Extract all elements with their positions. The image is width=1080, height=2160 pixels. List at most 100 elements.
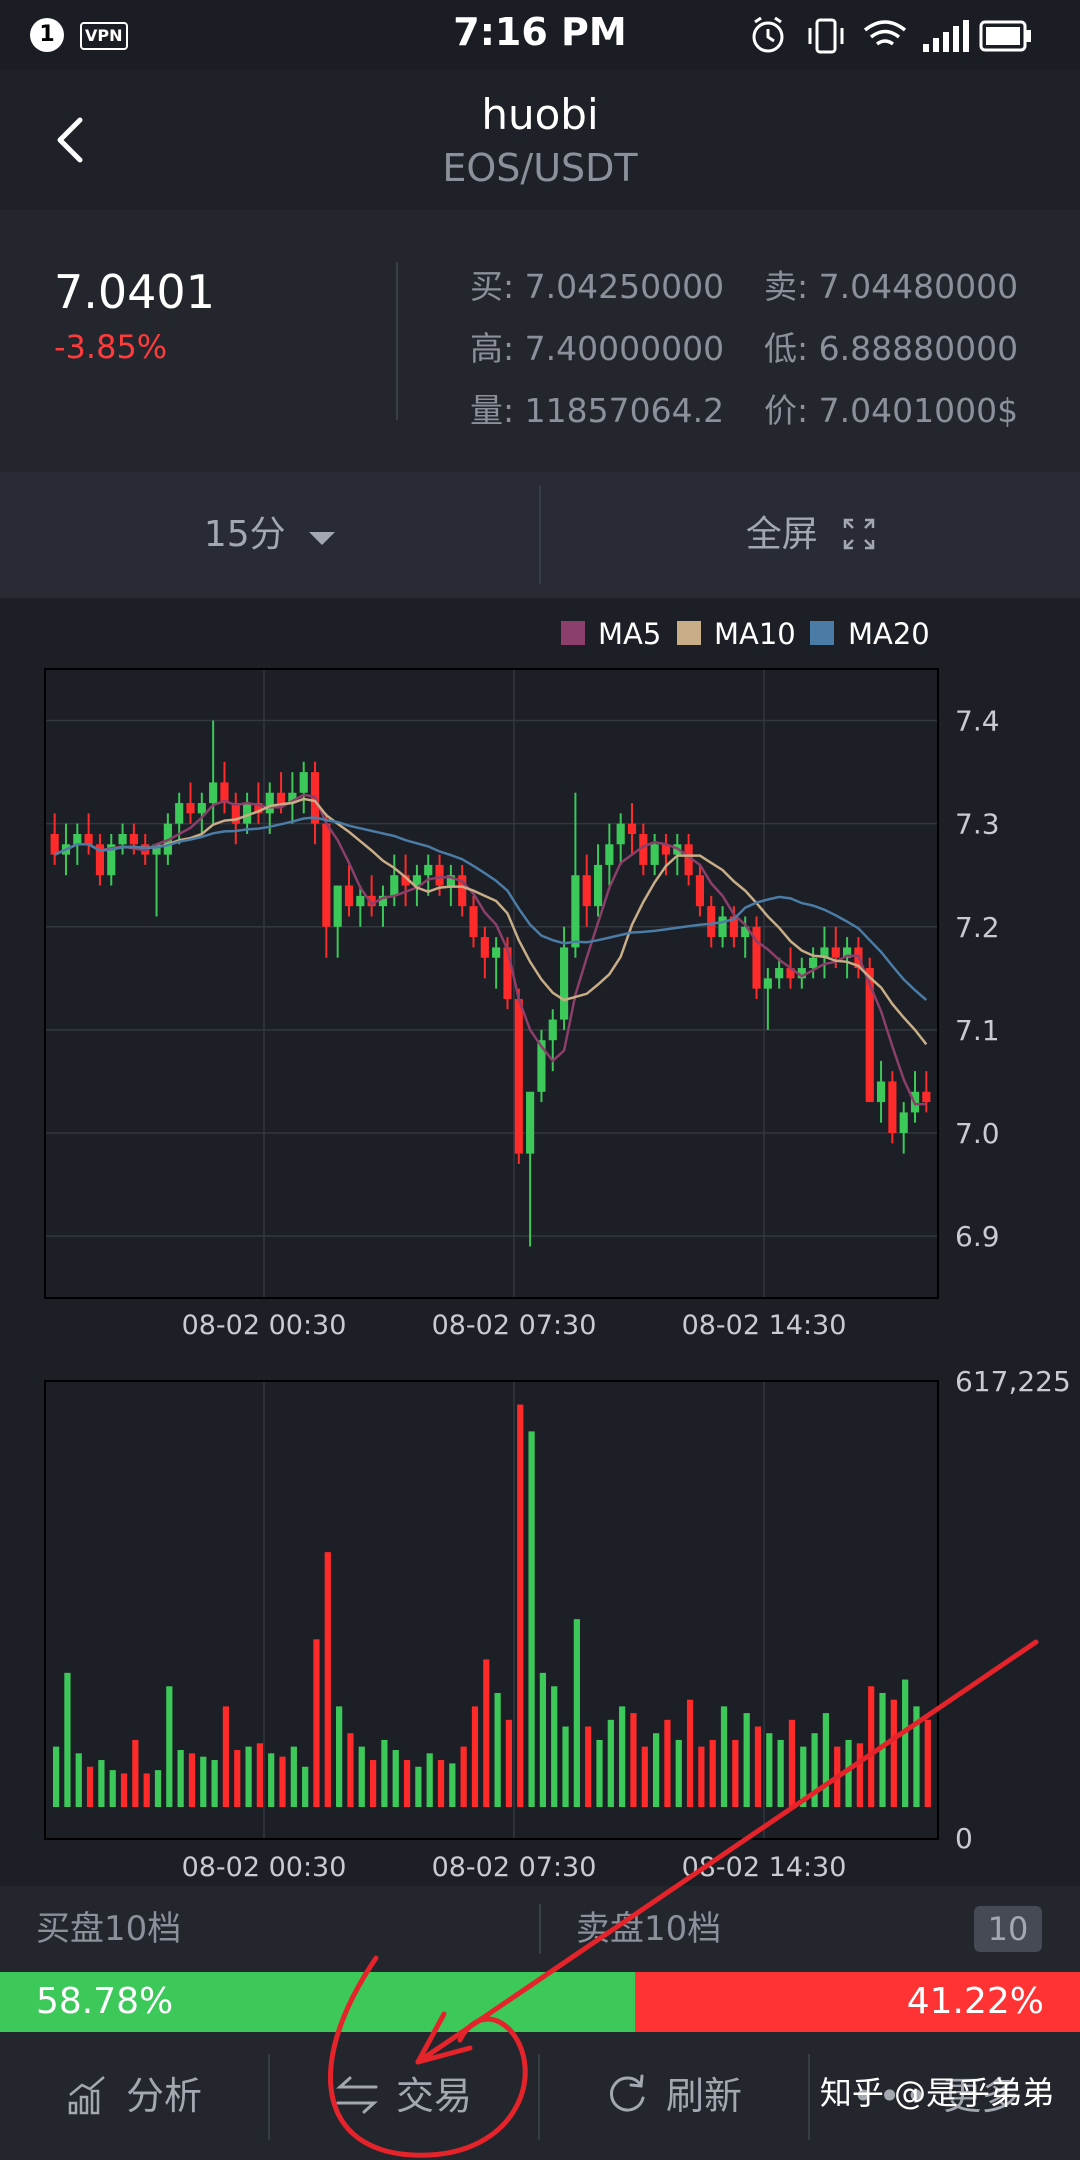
volume-bar <box>211 1760 218 1807</box>
volume-bar <box>698 1746 705 1807</box>
ma5-legend-swatch <box>561 621 585 645</box>
candle-body <box>435 864 444 886</box>
candle-body <box>526 1091 535 1154</box>
price-row: 价: 7.0401000$ <box>764 384 1018 432</box>
volume-bar <box>619 1706 626 1807</box>
price-x-tick: 08-02 00:30 <box>182 1310 347 1341</box>
volume-bar <box>120 1773 128 1807</box>
price-x-tick: 08-02 14:30 <box>682 1310 847 1341</box>
volume-bar <box>53 1746 60 1807</box>
volume-bar <box>709 1739 716 1807</box>
ma10-legend-swatch <box>677 621 701 645</box>
volume-bar <box>675 1739 682 1807</box>
ma10-line <box>54 797 928 1046</box>
depth-selector[interactable]: 10 <box>974 1906 1042 1952</box>
volume-bar <box>630 1713 637 1807</box>
volume-bar <box>720 1706 728 1807</box>
candle-body <box>424 864 433 876</box>
candle-body <box>356 895 365 907</box>
volume-bar <box>415 1766 422 1807</box>
volume-bar <box>573 1619 580 1807</box>
candle-body <box>809 957 818 969</box>
price-change: -3.85% <box>54 328 168 366</box>
volume-bar <box>754 1726 762 1807</box>
candle-body <box>775 968 784 979</box>
volume-bar <box>528 1431 535 1807</box>
volume-bar <box>86 1766 94 1807</box>
ma10-legend-label: MA10 <box>714 617 796 651</box>
kline-chart[interactable]: MA5 MA10 MA20 7.4 7.3 7.2 7.1 7.0 6.9 08… <box>0 598 1080 1886</box>
chart-area[interactable]: MA5 MA10 MA20 7.4 7.3 7.2 7.1 7.0 6.9 08… <box>0 598 1080 1886</box>
volume-bar <box>222 1706 230 1807</box>
price-y-tick: 7.1 <box>955 1014 1000 1047</box>
volume-bar <box>188 1753 196 1807</box>
volume-bar <box>822 1713 830 1807</box>
sell-row: 卖: 7.04480000 <box>764 260 1018 308</box>
analysis-button[interactable]: 分析 <box>68 2032 202 2160</box>
nav-divider <box>808 2054 810 2140</box>
trade-button[interactable]: 交易 <box>336 2032 472 2160</box>
volume-bar <box>596 1739 603 1807</box>
volume-value: 11857064.2 <box>524 391 725 430</box>
candle-body <box>50 833 59 855</box>
volume-bar <box>154 1770 162 1807</box>
volume-x-tick: 08-02 14:30 <box>682 1852 847 1883</box>
buy-value: 7.04250000 <box>524 267 725 306</box>
price-y-tick: 7.4 <box>955 705 1000 738</box>
price-y-tick: 7.3 <box>955 808 1000 841</box>
candle-body <box>480 937 489 958</box>
volume-bar <box>913 1706 920 1807</box>
volume-bar <box>279 1756 286 1807</box>
price-grid <box>45 669 938 1298</box>
volume-bar <box>369 1760 377 1807</box>
volume-bar <box>902 1679 909 1807</box>
book-divider <box>539 1904 541 1954</box>
volume-bar <box>166 1686 173 1807</box>
candle-body <box>503 947 512 999</box>
pair-subtitle: EOS/USDT <box>442 146 638 190</box>
fullscreen-button[interactable]: 全屏 <box>541 472 1080 598</box>
candle-body <box>322 823 331 927</box>
caret-down-icon <box>309 532 336 545</box>
candle-body <box>276 792 286 804</box>
trade-label: 交易 <box>396 2074 473 2118</box>
interval-selector[interactable]: 15分 <box>0 472 539 598</box>
volume-bar <box>64 1672 71 1807</box>
wifi-icon <box>863 20 907 46</box>
volume-bar <box>562 1726 569 1807</box>
volume-bar <box>381 1739 388 1807</box>
volume-bar <box>834 1746 841 1807</box>
buy-book-tab[interactable]: 买盘10档 <box>36 1886 181 1972</box>
candle-body <box>390 875 399 896</box>
volume-bar <box>800 1746 807 1807</box>
volume-bars <box>53 1404 931 1807</box>
sell-ratio-text: 41.22% <box>906 1981 1044 2022</box>
buy-row: 买: 7.04250000 <box>470 260 724 308</box>
volume-label: 量: <box>470 391 515 430</box>
chart-legend: MA5 MA10 MA20 <box>561 617 930 651</box>
volume-bar <box>449 1763 456 1807</box>
volume-bar <box>890 1699 897 1807</box>
volume-bar <box>358 1746 365 1807</box>
volume-bar <box>302 1766 309 1807</box>
refresh-button[interactable]: 刷新 <box>606 2032 742 2160</box>
sell-label: 卖: <box>764 267 809 306</box>
candle-body <box>707 906 716 938</box>
price-y-axis: 7.4 7.3 7.2 7.1 7.0 6.9 <box>955 705 1000 1254</box>
sell-book-tab[interactable]: 卖盘10档 <box>576 1886 721 1972</box>
volume-bar <box>234 1749 241 1807</box>
volume-bar <box>426 1753 433 1807</box>
nav-divider <box>538 2054 540 2140</box>
order-book-header: 买盘10档 卖盘10档 10 <box>0 1886 1080 1972</box>
buy-ratio-text: 58.78% <box>36 1981 174 2022</box>
volume-bar <box>868 1686 875 1807</box>
analysis-chart-icon <box>68 2076 105 2115</box>
candle-body <box>548 1019 557 1041</box>
candle-body <box>899 1112 908 1134</box>
candle-body <box>333 885 342 927</box>
candle-body <box>265 792 274 814</box>
candle-body <box>469 906 478 938</box>
chart-tabs: 15分 全屏 <box>0 472 1080 598</box>
candle-body <box>560 947 569 1020</box>
fullscreen-label: 全屏 <box>745 514 818 555</box>
